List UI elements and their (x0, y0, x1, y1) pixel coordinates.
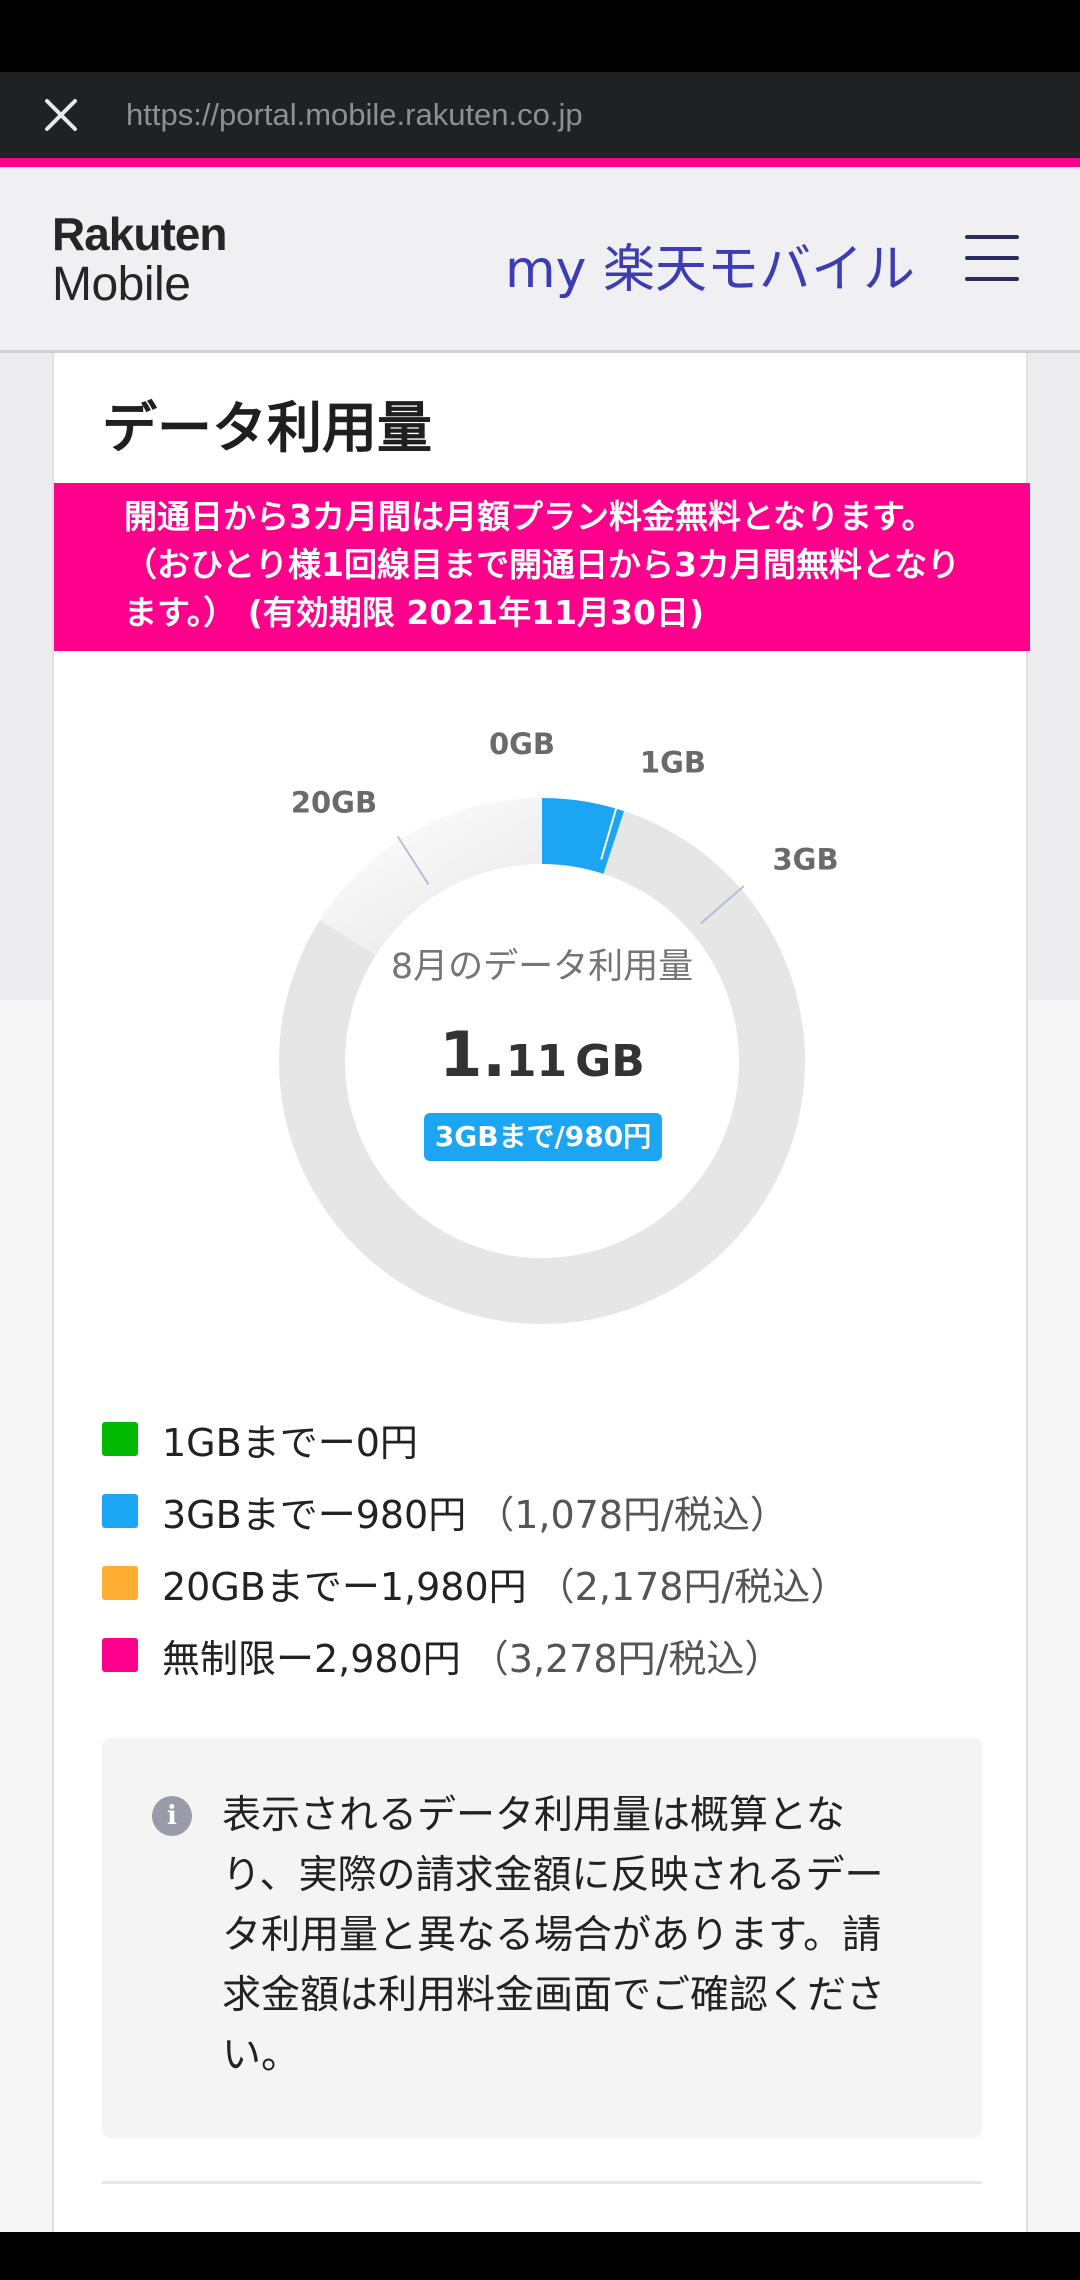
legend-item: 20GBまでー1,980円 （2,178円/税込） (102, 1547, 848, 1619)
data-usage-donut-chart: 0GB 1GB 3GB 20GB (279, 727, 839, 1324)
legend-swatch (102, 1566, 138, 1600)
marker-label: 3GB (773, 842, 839, 876)
data-usage-card: データ利用量 開通日から3カ月間は月額プラン料金無料となります。（おひとり様1回… (52, 353, 1030, 2232)
tier-badge: 3GBまで/980円 (424, 1113, 662, 1161)
divider (102, 2181, 982, 2184)
site-header: Rakuten Mobile my 楽天モバイル (0, 167, 1080, 353)
legend-tax: （2,178円/税込） (536, 1564, 849, 1609)
legend-label: 3GBまでー980円 (162, 1492, 467, 1537)
legend-item: 1GBまでー0円 (102, 1403, 848, 1475)
legend-swatch (102, 1422, 138, 1456)
hamburger-menu-icon[interactable] (965, 235, 1019, 285)
legend-tax: （3,278円/税込） (470, 1636, 783, 1681)
legend-item: 3GBまでー980円 （1,078円/税込） (102, 1475, 848, 1547)
system-nav-bar (0, 2232, 1080, 2280)
legend-label: 20GBまでー1,980円 (162, 1564, 527, 1609)
url-text[interactable]: https://portal.mobile.rakuten.co.jp (126, 97, 583, 133)
legend-label: 1GBまでー0円 (162, 1420, 418, 1465)
my-rakuten-mobile-title: my 楽天モバイル (505, 240, 915, 300)
status-bar (0, 0, 1080, 72)
donut-fade (319, 797, 543, 957)
legend-item: 無制限ー2,980円 （3,278円/税込） (102, 1619, 848, 1691)
browser-url-bar: https://portal.mobile.rakuten.co.jp (0, 72, 1080, 158)
chart-center-label: 8月のデータ利用量 (390, 947, 694, 987)
notice-text: 表示されるデータ利用量は概算となり、実際の請求金額に反映されるデータ利用量と異な… (222, 1793, 886, 2078)
close-icon[interactable] (30, 84, 92, 146)
notice-box: i 表示されるデータ利用量は概算となり、実際の請求金額に反映されるデータ利用量と… (102, 1738, 982, 2138)
legend-tax: （1,078円/税込） (476, 1492, 788, 1537)
info-icon: i (152, 1796, 192, 1836)
marker-label: 1GB (640, 745, 706, 779)
legend-swatch (102, 1638, 138, 1672)
usage-value: 1.11 GB (439, 1018, 645, 1091)
accent-bar (0, 158, 1080, 167)
plan-legend: 1GBまでー0円 3GBまでー980円 （1,078円/税込） 20GBまでー1,98… (102, 1403, 848, 1691)
marker-label: 20GB (291, 785, 377, 819)
legend-label: 無制限ー2,980円 (162, 1636, 461, 1681)
usage-arc (541, 798, 624, 875)
rakuten-mobile-logo[interactable]: Rakuten Mobile (52, 211, 227, 309)
marker-label: 0GB (489, 727, 555, 761)
legend-swatch (102, 1494, 138, 1528)
